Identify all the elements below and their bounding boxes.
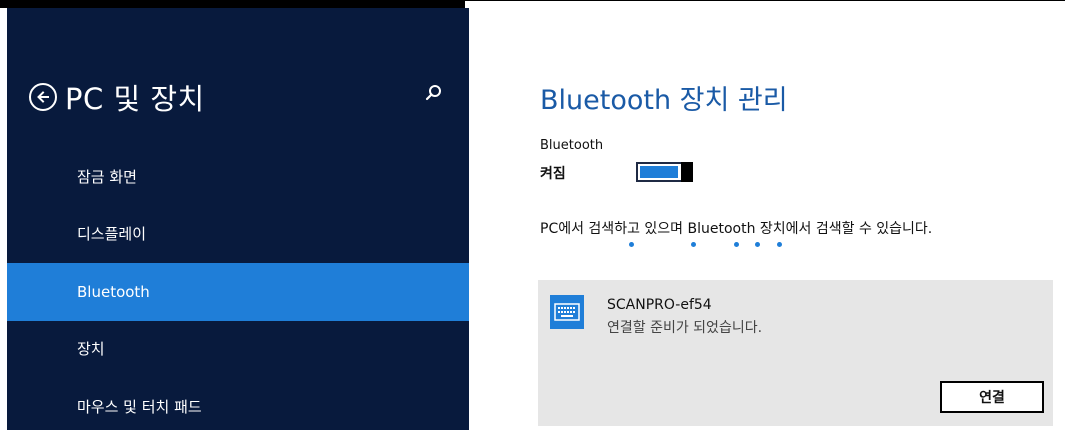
sidebar-item-mouse-touchpad[interactable]: 마우스 및 터치 패드 xyxy=(7,390,469,422)
progress-dots xyxy=(540,242,800,252)
device-status: 연결할 준비가 되었습니다. xyxy=(607,320,763,336)
sidebar-title: PC 및 장치 xyxy=(65,82,205,116)
progress-dot xyxy=(734,242,739,247)
device-card[interactable]: SCANPRO-ef54 연결할 준비가 되었습니다. 연결 xyxy=(538,280,1053,426)
toggle-fill xyxy=(640,166,678,178)
sidebar-item-label: 잠금 화면 xyxy=(77,167,137,186)
back-arrow-icon[interactable] xyxy=(29,83,57,111)
sidebar-item-label: Bluetooth xyxy=(77,283,150,301)
settings-window: PC 및 장치 잠금 화면 디스플레이 Bluetooth 장치 마우스 및 터… xyxy=(0,0,1065,430)
main-content: Bluetooth 장치 관리 Bluetooth 켜짐 PC에서 검색하고 있… xyxy=(470,8,1065,430)
progress-dot xyxy=(777,242,782,247)
top-border-pad xyxy=(465,0,1065,8)
sidebar-item-bluetooth[interactable]: Bluetooth xyxy=(7,263,469,321)
search-status-text: PC에서 검색하고 있으며 Bluetooth 장치에서 검색할 수 있습니다. xyxy=(540,221,933,237)
sidebar-item-label: 마우스 및 터치 패드 xyxy=(77,397,202,416)
search-icon[interactable] xyxy=(423,82,445,104)
progress-dot xyxy=(755,242,760,247)
progress-dot xyxy=(629,242,634,247)
toggle-thumb[interactable] xyxy=(681,162,693,182)
sidebar-item-lock-screen[interactable]: 잠금 화면 xyxy=(7,160,469,192)
sidebar: PC 및 장치 잠금 화면 디스플레이 Bluetooth 장치 마우스 및 터… xyxy=(7,8,469,430)
sidebar-header: PC 및 장치 xyxy=(29,76,205,118)
progress-dot xyxy=(691,242,696,247)
sidebar-item-label: 장치 xyxy=(77,339,105,358)
page-title: Bluetooth 장치 관리 xyxy=(540,85,788,116)
device-name: SCANPRO-ef54 xyxy=(607,297,712,313)
connect-button[interactable]: 연결 xyxy=(940,381,1044,413)
sidebar-item-devices[interactable]: 장치 xyxy=(7,332,469,364)
bluetooth-toggle[interactable] xyxy=(636,162,693,182)
sidebar-item-display[interactable]: 디스플레이 xyxy=(7,217,469,249)
toggle-state-text: 켜짐 xyxy=(540,166,566,182)
keyboard-icon xyxy=(550,295,584,329)
top-border xyxy=(0,0,1065,8)
bluetooth-label: Bluetooth xyxy=(540,138,604,153)
sidebar-item-label: 디스플레이 xyxy=(77,224,147,243)
